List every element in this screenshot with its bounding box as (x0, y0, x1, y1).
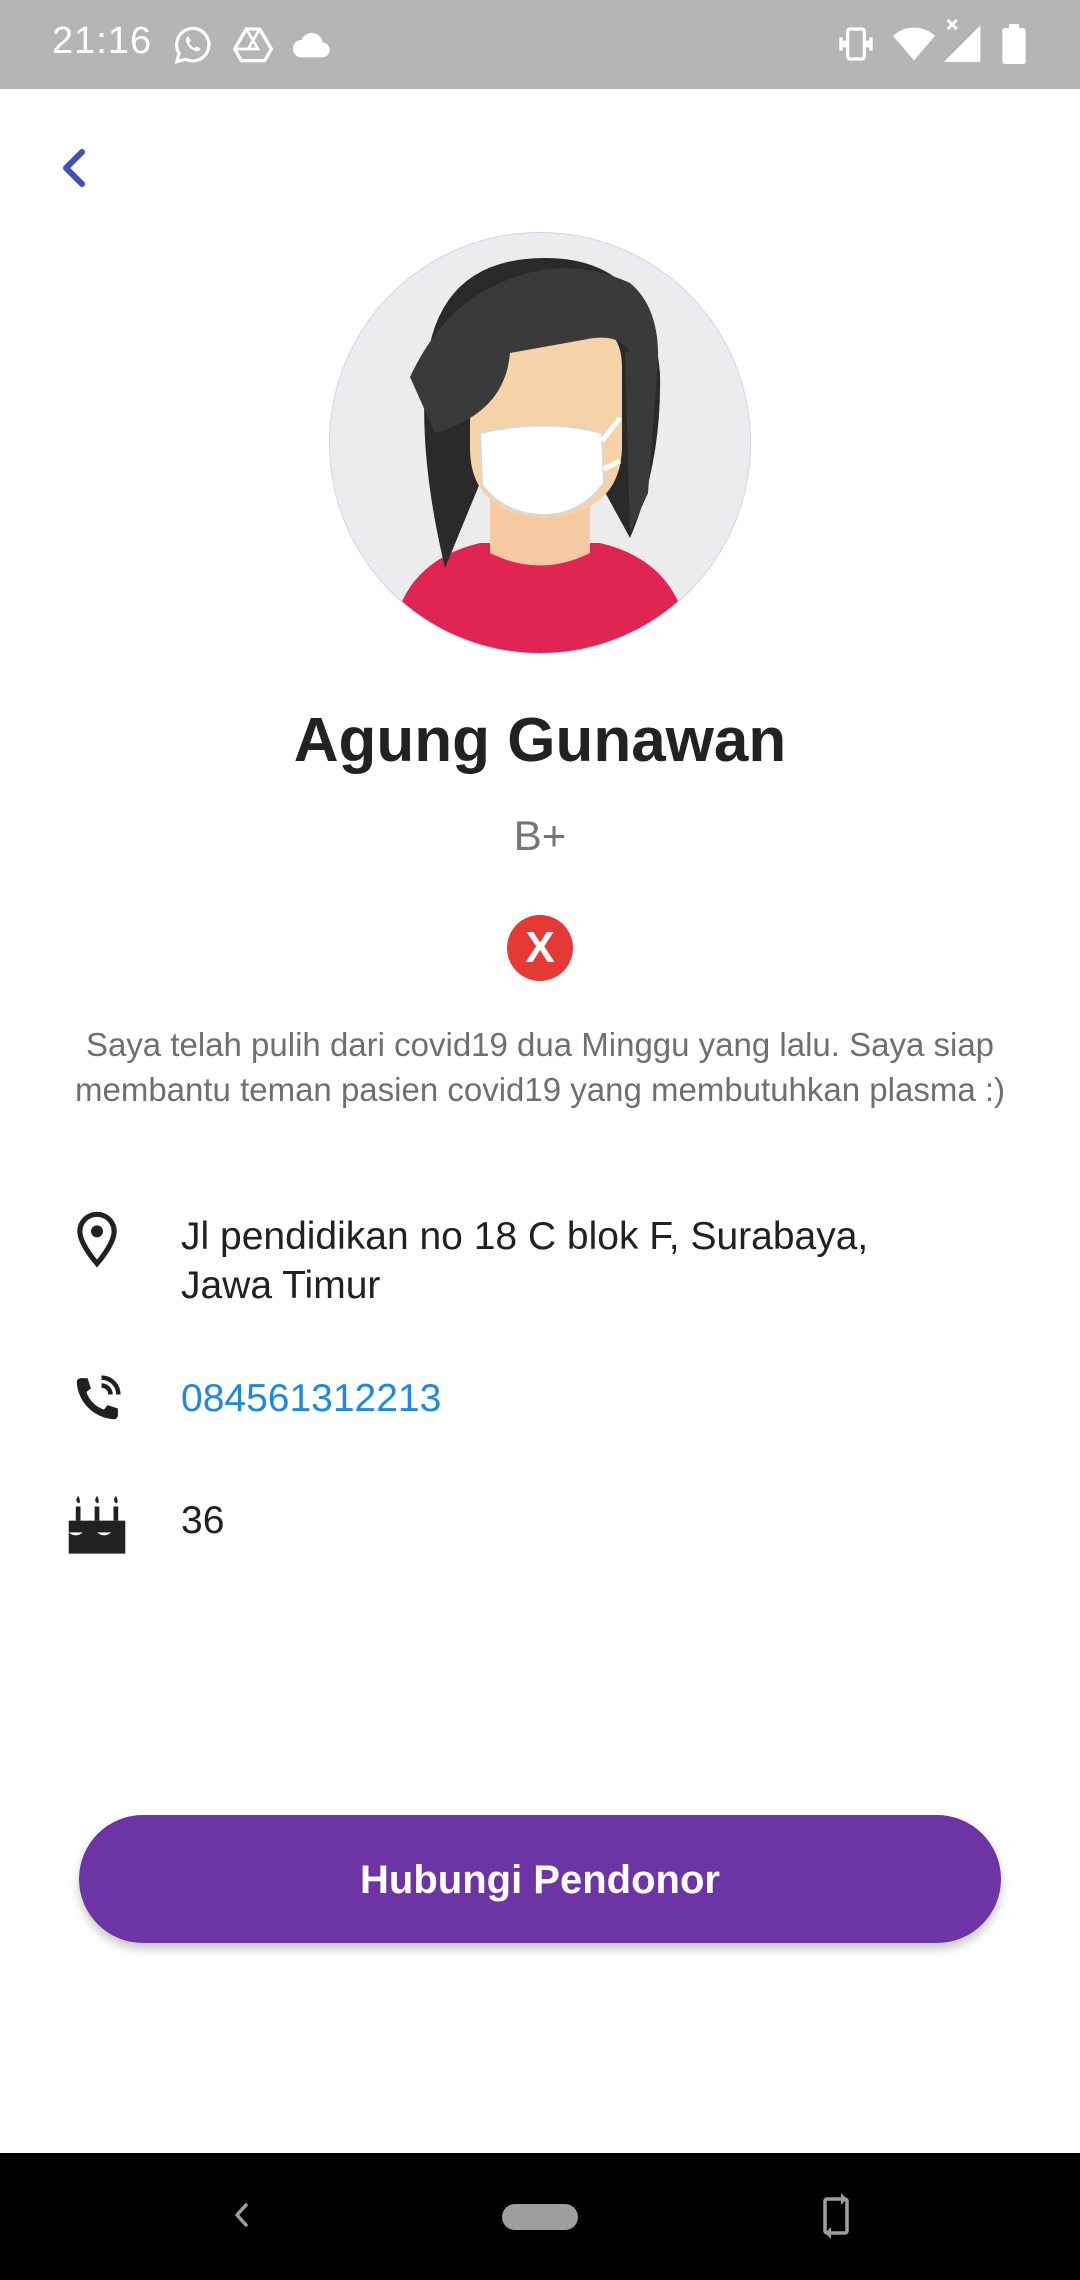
phone-number-link[interactable]: 084561312213 (181, 1374, 441, 1423)
avatar (330, 233, 750, 653)
donor-name: Agung Gunawan (293, 706, 787, 775)
cloud-icon (292, 32, 330, 58)
address-text: Jl pendidikan no 18 C blok F, Surabaya, … (181, 1212, 868, 1310)
donor-description: Saya telah pulih dari covid19 dua Minggu… (74, 1026, 1005, 1108)
navigation-bar (0, 2153, 1080, 2280)
status-time: 21:16 (52, 20, 153, 62)
wifi-icon (893, 27, 935, 61)
address-line-2: Jawa Timur (181, 1264, 381, 1307)
birthday-cake-icon (68, 1495, 126, 1554)
masked-person-icon (330, 233, 750, 653)
rotate-icon[interactable] (816, 2191, 856, 2241)
location-pin-icon (77, 1211, 117, 1268)
status-badge: X (507, 915, 573, 981)
signal-icon (944, 18, 981, 62)
phone-call-icon (76, 1375, 121, 1420)
contact-donor-button[interactable]: Hubungi Pendonor (79, 1815, 1001, 1943)
chevron-left-icon (63, 149, 85, 187)
back-button[interactable] (52, 138, 104, 198)
nav-back-icon[interactable] (228, 2195, 254, 2235)
vibrate-icon (839, 27, 873, 61)
blood-type: B+ (513, 812, 567, 859)
drive-icon (233, 27, 273, 63)
status-bar: 21:16 (0, 0, 1080, 89)
address-line-1: Jl pendidikan no 18 C blok F, Surabaya, (181, 1215, 869, 1258)
battery-icon (1002, 24, 1026, 64)
whatsapp-icon (174, 26, 211, 64)
age-value: 36 (181, 1499, 225, 1542)
nav-home-pill[interactable] (502, 2204, 578, 2230)
